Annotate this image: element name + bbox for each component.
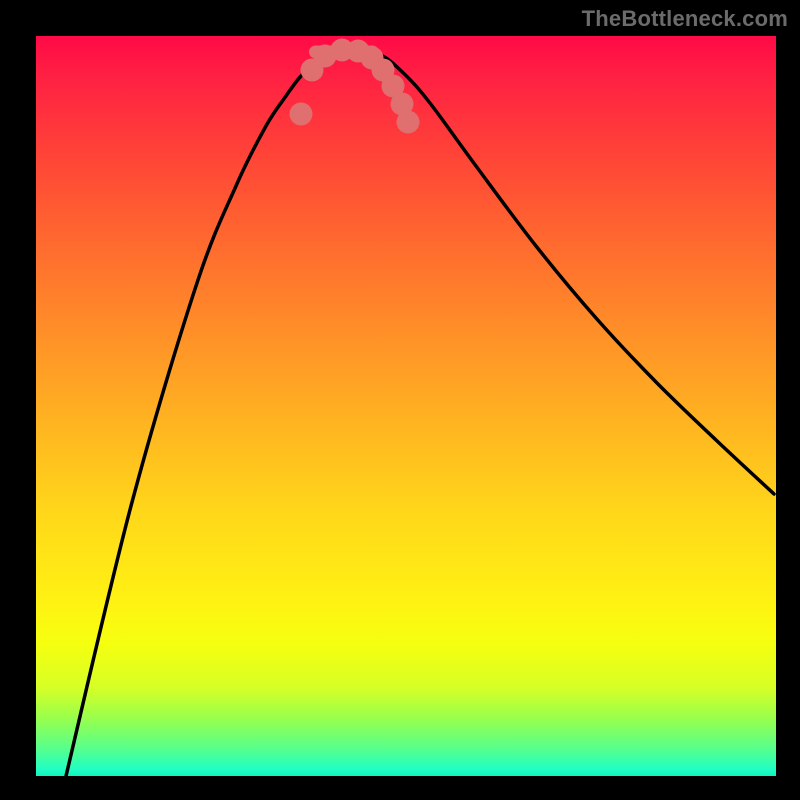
curve-bottom-bar: [309, 46, 379, 59]
chart-plot-area: [36, 36, 776, 776]
curve-dot: [397, 111, 420, 134]
chart-dots-layer: [36, 36, 776, 776]
curve-dot: [290, 103, 313, 126]
watermark-text: TheBottleneck.com: [582, 6, 788, 32]
